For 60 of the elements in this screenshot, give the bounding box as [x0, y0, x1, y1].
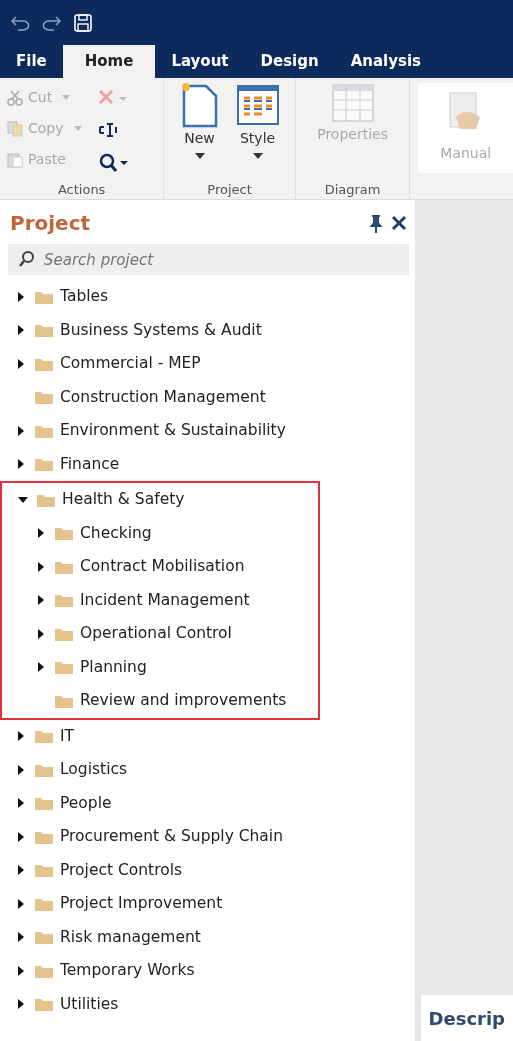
- folder-icon: [54, 592, 74, 609]
- search-icon: [18, 250, 36, 268]
- tree-item-label[interactable]: Tables: [60, 285, 109, 309]
- tree-item-label[interactable]: Logistics: [60, 758, 128, 782]
- tree-item-label[interactable]: Incident Management: [80, 588, 250, 612]
- ribbon-button[interactable]: New: [175, 82, 224, 180]
- tree-item-label[interactable]: People: [60, 791, 112, 815]
- ribbon-group-label: Actions: [56, 180, 107, 199]
- table-style-icon: [235, 82, 280, 128]
- ribbon-group-label: Project: [206, 180, 253, 199]
- paste-icon: [6, 150, 24, 169]
- folder-icon: [34, 456, 54, 473]
- redo-icon[interactable]: [42, 14, 62, 31]
- save-icon[interactable]: [74, 13, 92, 32]
- tree-item-label[interactable]: Contract Mobilisation: [80, 555, 245, 579]
- tree-item-label[interactable]: Procurement & Supply Chain: [60, 825, 283, 849]
- copy-icon: [6, 119, 24, 138]
- tree-item-label[interactable]: Risk management: [60, 925, 201, 949]
- folder-icon: [34, 862, 54, 879]
- tree-item-label[interactable]: IT: [60, 724, 75, 748]
- panel-title: Project: [10, 210, 91, 237]
- ribbon-group-label: Diagram: [323, 180, 382, 199]
- tree-item-label[interactable]: Project Controls: [60, 858, 183, 882]
- tree-item-label[interactable]: Business Systems & Audit: [60, 318, 262, 342]
- tree-item-label[interactable]: Construction Management: [60, 385, 266, 409]
- folder-icon: [34, 728, 54, 745]
- menu-tab[interactable]: File: [0, 45, 63, 78]
- search-icon[interactable]: [97, 152, 130, 173]
- tree-item-label[interactable]: Temporary Works: [60, 959, 195, 983]
- tree-item-label[interactable]: Review and improvements: [80, 689, 287, 713]
- tree-item-label[interactable]: Operational Control: [80, 622, 232, 646]
- folder-icon: [34, 996, 54, 1013]
- menu-tab[interactable]: Analysis: [334, 45, 437, 78]
- close-icon[interactable]: [390, 215, 407, 231]
- tree-item-label[interactable]: Planning: [80, 655, 147, 679]
- folder-icon: [54, 525, 74, 542]
- folder-icon: [34, 929, 54, 946]
- tree-item-label[interactable]: Environment & Sustainability: [60, 419, 286, 443]
- pin-icon[interactable]: [368, 213, 383, 233]
- document-icon: [179, 82, 220, 128]
- menu-tab[interactable]: Home: [62, 45, 156, 78]
- folder-icon: [34, 795, 54, 812]
- undo-icon[interactable]: [10, 14, 30, 31]
- rename-icon[interactable]: [97, 120, 120, 139]
- tree-item-label[interactable]: Finance: [60, 452, 120, 476]
- tree-item-label[interactable]: Checking: [80, 521, 152, 545]
- tree-item-label[interactable]: Health & Safety: [62, 488, 185, 512]
- tree-item-label[interactable]: Commercial - MEP: [60, 352, 201, 376]
- panel-title: Descrip: [420, 995, 513, 1041]
- folder-icon: [34, 389, 54, 406]
- ribbon-button[interactable]: Style: [231, 82, 284, 180]
- scissors-icon: [6, 88, 24, 107]
- folder-icon: [34, 322, 54, 339]
- tree-item-label[interactable]: Utilities: [60, 992, 119, 1016]
- menu-tab[interactable]: Design: [244, 45, 335, 78]
- search-field[interactable]: Search project: [8, 244, 409, 275]
- menu-tab[interactable]: Layout: [155, 45, 245, 78]
- table-icon: [329, 82, 376, 124]
- folder-icon: [54, 659, 74, 676]
- tree-item-label[interactable]: Project Improvement: [60, 892, 223, 916]
